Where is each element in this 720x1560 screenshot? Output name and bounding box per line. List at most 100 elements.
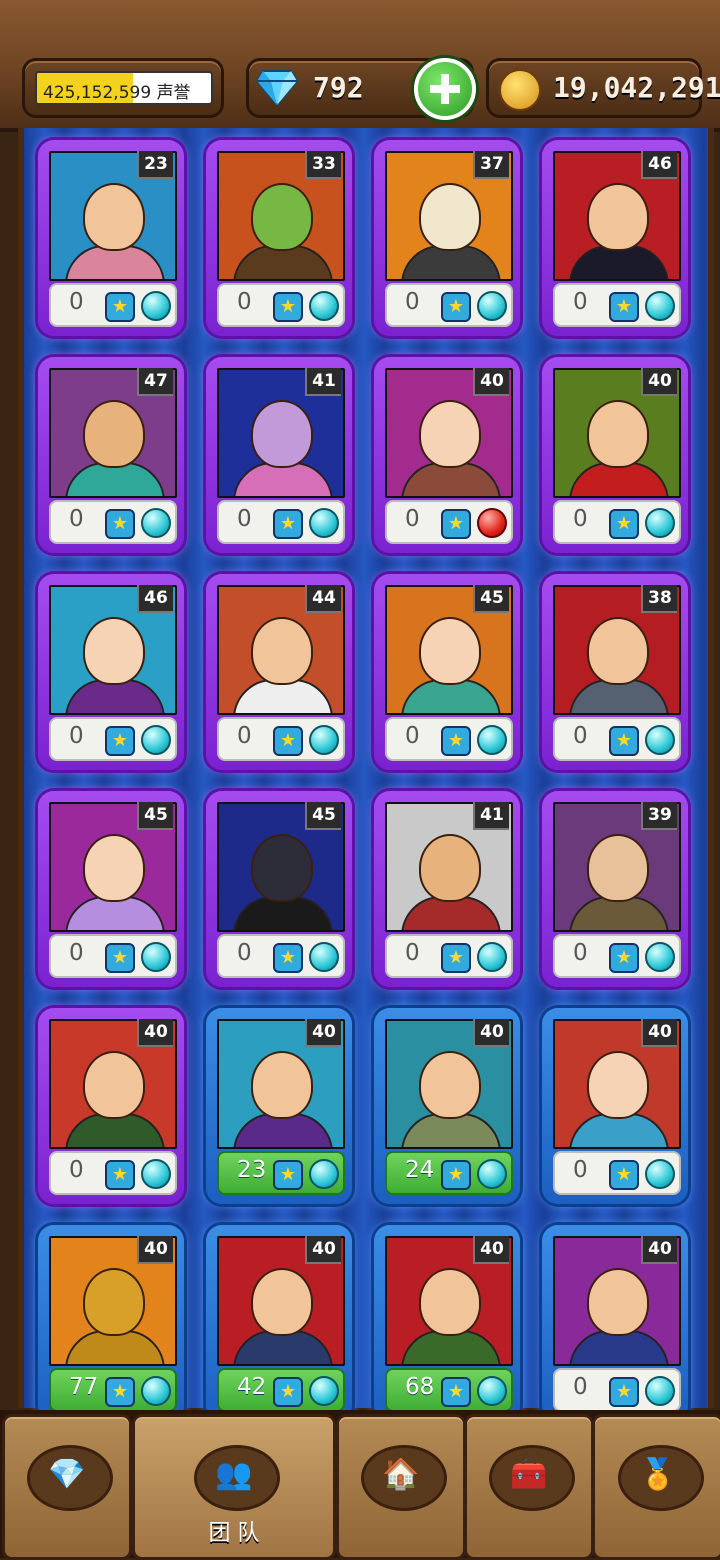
medal-icon: 🏅: [639, 1457, 677, 1492]
hero-level-badge: 40: [137, 1019, 173, 1047]
hero-card[interactable]: 40 0 ★: [542, 357, 688, 553]
gems-count: 792: [313, 71, 364, 104]
red-orb-icon: [477, 508, 507, 538]
star-count: 0: [573, 1374, 588, 1400]
star-icon: ★: [609, 726, 639, 756]
star-icon: ★: [273, 292, 303, 322]
star-icon: ★: [273, 509, 303, 539]
hero-status-bar: 0 ★: [49, 500, 177, 544]
cyan-orb-icon: [645, 1376, 675, 1406]
hero-status-bar: 0 ★: [385, 934, 513, 978]
nav-button-buildings[interactable]: 🏠: [336, 1414, 466, 1560]
hero-card[interactable]: 45 0 ★: [38, 791, 184, 987]
hero-level-badge: 40: [641, 368, 677, 396]
hero-status-bar: 0 ★: [385, 717, 513, 761]
hero-status-bar: 0 ★: [217, 934, 345, 978]
hero-card[interactable]: 23 0 ★: [38, 140, 184, 336]
hero-level-badge: 40: [473, 1019, 509, 1047]
star-icon: ★: [105, 943, 135, 973]
hero-card[interactable]: 46 0 ★: [542, 140, 688, 336]
cyan-orb-icon: [309, 1159, 339, 1189]
fame-value: 425,152,599: [43, 83, 152, 103]
hero-card[interactable]: 38 0 ★: [542, 574, 688, 770]
cyan-orb-icon: [141, 508, 171, 538]
cyan-orb-icon: [309, 1376, 339, 1406]
cyan-orb-icon: [309, 508, 339, 538]
fame-panel[interactable]: 425,152,599 声誉: [22, 58, 224, 118]
hero-card[interactable]: 46 0 ★: [38, 574, 184, 770]
hero-card[interactable]: 40 0 ★: [38, 1008, 184, 1204]
nav-button-team[interactable]: 👥 团 队: [132, 1414, 336, 1560]
hero-card[interactable]: 39 0 ★: [542, 791, 688, 987]
star-count: 0: [573, 1157, 588, 1183]
hero-level-badge: 46: [641, 151, 677, 179]
hero-card[interactable]: 44 0 ★: [206, 574, 352, 770]
hero-level-badge: 40: [305, 1019, 341, 1047]
hero-card[interactable]: 40 77 ★: [38, 1225, 184, 1421]
cyan-orb-icon: [141, 291, 171, 321]
star-icon: ★: [441, 292, 471, 322]
gold-coin-icon: [499, 69, 541, 111]
hero-card[interactable]: 40 0 ★: [542, 1225, 688, 1421]
buy-gems-button[interactable]: [414, 58, 476, 120]
hero-card[interactable]: 41 0 ★: [206, 357, 352, 553]
hero-level-badge: 40: [473, 368, 509, 396]
hero-level-badge: 47: [137, 368, 173, 396]
nav-button-treasure-chest[interactable]: 🧰: [464, 1414, 594, 1560]
star-icon: ★: [105, 292, 135, 322]
diamond-icon: [257, 70, 297, 105]
hero-card[interactable]: 40 23 ★: [206, 1008, 352, 1204]
hero-card[interactable]: 33 0 ★: [206, 140, 352, 336]
hero-card[interactable]: 40 42 ★: [206, 1225, 352, 1421]
star-icon: ★: [105, 1377, 135, 1407]
hero-status-bar: 0 ★: [217, 717, 345, 761]
hero-level-badge: 41: [473, 802, 509, 830]
hero-card-grid: 23 0 ★ 33 0 ★ 37 0 ★ 46 0 ★ 47 0 ★ 41 0 ★ 40 0 ★ 40 0 ★ 46 0 ★ 44 0 ★…: [18, 128, 714, 1421]
hero-status-bar: 0 ★: [553, 1368, 681, 1412]
star-icon: ★: [441, 1160, 471, 1190]
star-count: 0: [237, 289, 252, 315]
hero-level-badge: 38: [641, 585, 677, 613]
hero-card[interactable]: 40 0 ★: [374, 357, 520, 553]
star-icon: ★: [441, 1377, 471, 1407]
cyan-orb-icon: [141, 942, 171, 972]
cyan-orb-icon: [477, 725, 507, 755]
star-count: 0: [573, 723, 588, 749]
hero-card[interactable]: 45 0 ★: [206, 791, 352, 987]
hero-card[interactable]: 37 0 ★: [374, 140, 520, 336]
hero-card[interactable]: 40 68 ★: [374, 1225, 520, 1421]
hero-card[interactable]: 41 0 ★: [374, 791, 520, 987]
star-count: 77: [69, 1374, 99, 1400]
hero-status-bar: 23 ★: [217, 1151, 345, 1195]
star-count: 0: [573, 506, 588, 532]
star-icon: ★: [105, 726, 135, 756]
gold-panel[interactable]: 19,042,291: [486, 58, 720, 118]
hero-card[interactable]: 45 0 ★: [374, 574, 520, 770]
hero-status-bar: 0 ★: [553, 934, 681, 978]
hero-card[interactable]: 40 24 ★: [374, 1008, 520, 1204]
hero-card[interactable]: 40 0 ★: [542, 1008, 688, 1204]
star-count: 0: [69, 289, 84, 315]
star-icon: ★: [609, 1160, 639, 1190]
nav-button-gems[interactable]: 💎: [2, 1414, 132, 1560]
cyan-orb-icon: [645, 942, 675, 972]
star-count: 0: [69, 1157, 84, 1183]
nav-button-medal[interactable]: 🏅: [592, 1414, 720, 1560]
bottom-nav: 💎 👥 团 队 🏠 🧰 🏅: [0, 1410, 720, 1560]
cyan-orb-icon: [477, 291, 507, 321]
cyan-orb-icon: [309, 725, 339, 755]
star-icon: ★: [441, 726, 471, 756]
star-icon: ★: [609, 1377, 639, 1407]
star-count: 0: [69, 940, 84, 966]
hero-card[interactable]: 47 0 ★: [38, 357, 184, 553]
hero-status-bar: 0 ★: [553, 283, 681, 327]
hero-level-badge: 45: [473, 585, 509, 613]
cyan-orb-icon: [645, 291, 675, 321]
hero-status-bar: 0 ★: [49, 283, 177, 327]
star-count: 0: [573, 289, 588, 315]
hero-level-badge: 41: [305, 368, 341, 396]
cyan-orb-icon: [477, 1159, 507, 1189]
cyan-orb-icon: [477, 942, 507, 972]
star-count: 0: [405, 940, 420, 966]
hero-level-badge: 40: [305, 1236, 341, 1264]
